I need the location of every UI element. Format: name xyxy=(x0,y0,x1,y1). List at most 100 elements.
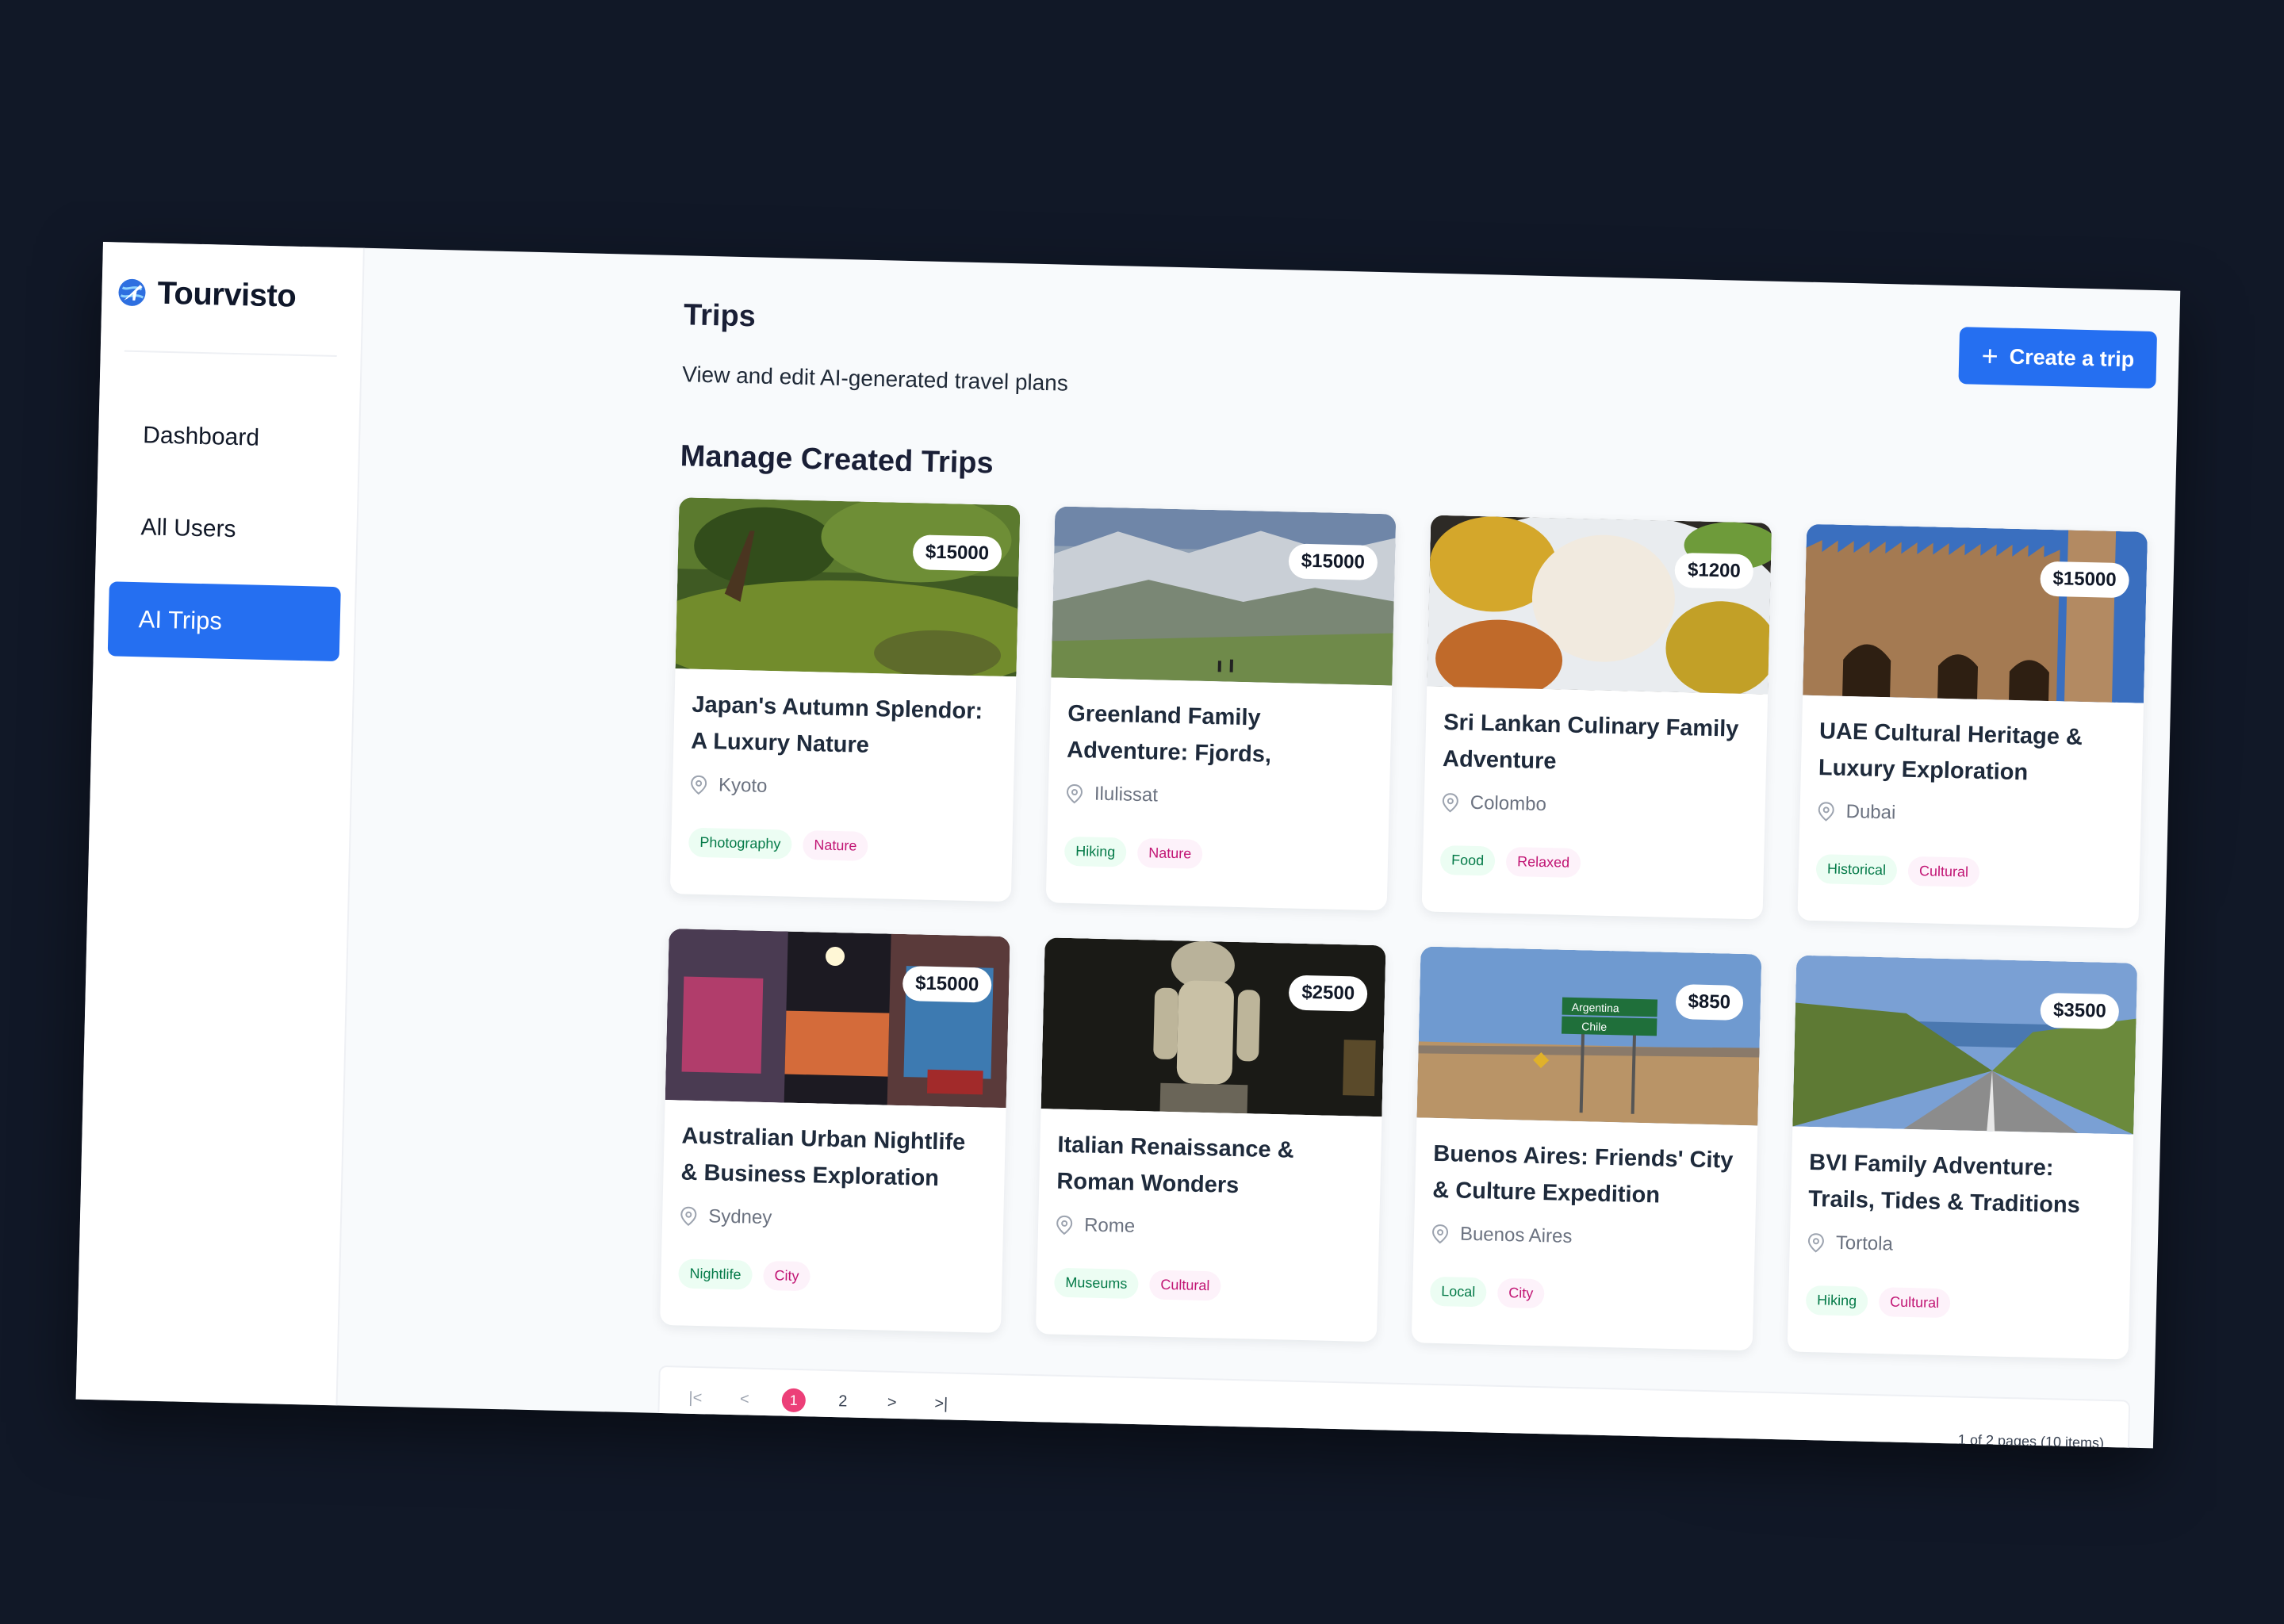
page-title: Trips xyxy=(683,298,757,334)
trip-card[interactable]: $15000 Australian Urban Nightlife & Busi… xyxy=(660,929,1010,1334)
create-trip-label: Create a trip xyxy=(2009,344,2135,371)
location-pin-icon xyxy=(691,775,707,795)
location-pin-icon xyxy=(680,1206,697,1226)
trip-title: Buenos Aires: Friends' City & Culture Ex… xyxy=(1431,1140,1734,1208)
tag: Local xyxy=(1429,1276,1487,1308)
sidebar-item-ai-trips[interactable]: AI Trips xyxy=(107,581,341,662)
trip-card[interactable]: $1200 Sri Lankan Culinary Family Adventu… xyxy=(1421,515,1772,920)
trip-title: UAE Cultural Heritage & Luxury Explorati… xyxy=(1818,718,2083,786)
trip-card[interactable]: $15000 Greenland Family Adventure: Fjord… xyxy=(1045,506,1397,911)
section-title: Manage Created Trips xyxy=(680,439,994,481)
price-badge: $15000 xyxy=(902,966,992,1003)
tag-list: Nightlife City xyxy=(678,1258,985,1295)
trip-image: $15000 xyxy=(1803,523,2148,703)
tag: City xyxy=(1496,1277,1545,1309)
price-badge: $15000 xyxy=(2040,561,2130,599)
trip-title: Greenland Family Adventure: Fjords, Glac… xyxy=(1066,700,1272,776)
sidebar-item-dashboard[interactable]: Dashboard xyxy=(112,397,345,477)
trip-location: Tortola xyxy=(1807,1231,2114,1261)
logo[interactable]: Tourvisto xyxy=(116,264,349,325)
price-badge: $850 xyxy=(1675,983,1744,1021)
tag: Food xyxy=(1439,845,1496,876)
tag: City xyxy=(763,1260,811,1292)
trip-location: Colombo xyxy=(1441,791,1748,821)
tag: Cultural xyxy=(1907,856,1980,887)
pagination: |< < 1 2 > >| 1 of 2 pages (10 items) xyxy=(657,1365,2131,1449)
trip-grid: $15000 Japan's Autumn Splendor: A Luxury… xyxy=(660,497,2151,1360)
price-badge: $1200 xyxy=(1674,552,1754,590)
location-text: Buenos Aires xyxy=(1459,1223,1573,1247)
page-1-button[interactable]: 1 xyxy=(781,1388,807,1413)
trip-card[interactable]: Argentina Chile $850 Buenos Aires: Frien… xyxy=(1411,946,1762,1351)
main-content: Trips View and edit AI-generated travel … xyxy=(338,248,2181,1449)
location-pin-icon xyxy=(1066,784,1083,804)
trip-card[interactable]: $2500 Italian Renaissance & Roman Wonder… xyxy=(1035,937,1386,1342)
trip-location: Dubai xyxy=(1817,800,2124,829)
location-text: Dubai xyxy=(1845,800,1896,824)
tag: Relaxed xyxy=(1505,846,1581,879)
tag-list: Photography Nature xyxy=(688,827,995,864)
price-badge: $15000 xyxy=(912,534,1002,572)
location-pin-icon xyxy=(1807,1233,1824,1253)
trip-location: Sydney xyxy=(680,1205,987,1234)
location-text: Tortola xyxy=(1835,1231,1894,1255)
tag: Historical xyxy=(1815,854,1898,886)
create-trip-button[interactable]: + Create a trip xyxy=(1958,327,2158,389)
location-text: Sydney xyxy=(707,1205,772,1229)
location-text: Ilulissat xyxy=(1094,783,1159,806)
tag: Cultural xyxy=(1148,1270,1221,1301)
tag-list: Hiking Cultural xyxy=(1805,1285,2113,1322)
trip-image: $2500 xyxy=(1040,937,1386,1117)
trip-title: Italian Renaissance & Roman Wonders xyxy=(1056,1132,1294,1199)
trip-location: Rome xyxy=(1056,1214,1362,1243)
last-page-button[interactable]: >| xyxy=(929,1394,954,1413)
divider xyxy=(124,350,337,357)
trip-image: Argentina Chile $850 xyxy=(1416,946,1762,1126)
trip-title: Japan's Autumn Splendor: A Luxury Nature… xyxy=(690,691,983,767)
trip-card[interactable]: $15000 Japan's Autumn Splendor: A Luxury… xyxy=(669,497,1021,902)
sign-text-argentina: Argentina xyxy=(1572,1001,1620,1014)
location-pin-icon xyxy=(1432,1224,1449,1244)
location-pin-icon xyxy=(1818,802,1834,822)
price-badge: $2500 xyxy=(1288,975,1368,1012)
location-pin-icon xyxy=(1056,1215,1073,1235)
trip-card[interactable]: $15000 UAE Cultural Heritage & Luxury Ex… xyxy=(1797,523,2148,929)
tag-list: Museums Cultural xyxy=(1053,1267,1361,1304)
sidebar-item-all-users[interactable]: All Users xyxy=(109,489,343,569)
first-page-button[interactable]: |< xyxy=(684,1388,708,1408)
next-page-button[interactable]: > xyxy=(880,1393,905,1412)
trip-image: $15000 xyxy=(1051,506,1397,686)
sign-text-chile: Chile xyxy=(1581,1020,1607,1033)
trip-location: Buenos Aires xyxy=(1431,1223,1738,1252)
location-text: Kyoto xyxy=(718,774,768,797)
app-name: Tourvisto xyxy=(156,275,297,314)
trip-image: $3500 xyxy=(1792,955,2138,1135)
app-window: Tourvisto Dashboard All Users AI Trips T… xyxy=(75,242,2181,1449)
trip-location: Kyoto xyxy=(690,774,997,803)
price-badge: $15000 xyxy=(1288,543,1378,580)
trip-card[interactable]: $3500 BVI Family Adventure: Trails, Tide… xyxy=(1787,955,2138,1360)
location-text: Rome xyxy=(1083,1214,1136,1237)
trip-image: $1200 xyxy=(1427,515,1772,695)
tag: Photography xyxy=(688,827,792,860)
sidebar: Tourvisto Dashboard All Users AI Trips xyxy=(75,242,365,1406)
trip-location: Ilulissat xyxy=(1066,783,1373,812)
pagination-info: 1 of 2 pages (10 items) xyxy=(1957,1431,2105,1449)
tag: Cultural xyxy=(1878,1287,1951,1319)
prev-page-button[interactable]: < xyxy=(733,1390,757,1409)
location-pin-icon xyxy=(1442,793,1458,813)
page-2-button[interactable]: 2 xyxy=(831,1392,856,1411)
tag-list: Historical Cultural xyxy=(1815,854,2123,891)
price-badge: $3500 xyxy=(2040,992,2120,1030)
trip-title: Australian Urban Nightlife & Business Ex… xyxy=(680,1123,966,1192)
tag-list: Local City xyxy=(1429,1276,1737,1313)
tag: Nature xyxy=(802,830,868,861)
tag: Museums xyxy=(1053,1267,1139,1300)
plus-icon: + xyxy=(1981,339,1999,373)
tag: Hiking xyxy=(1805,1285,1868,1316)
trip-title: BVI Family Adventure: Trails, Tides & Tr… xyxy=(1807,1150,2081,1219)
tag: Nightlife xyxy=(678,1258,753,1290)
tag: Nature xyxy=(1136,837,1203,869)
trip-image: $15000 xyxy=(675,497,1021,677)
location-text: Colombo xyxy=(1470,791,1547,816)
